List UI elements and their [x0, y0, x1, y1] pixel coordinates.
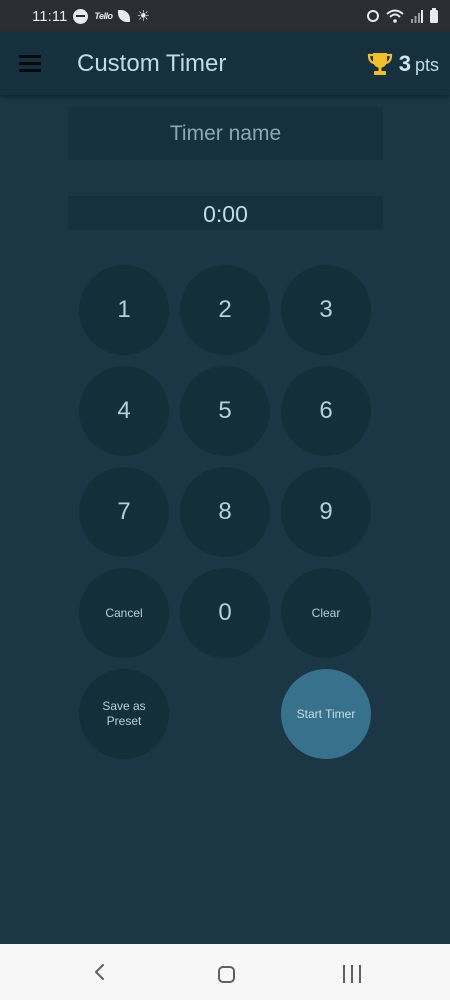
key-3-button[interactable]: 3: [281, 265, 371, 355]
recents-icon[interactable]: [343, 965, 361, 983]
time-display: 0:00: [68, 196, 383, 230]
status-left: 11:11 Tello ☀: [32, 8, 150, 25]
brightness-icon: ☀: [136, 7, 150, 25]
start-timer-button[interactable]: Start Timer: [281, 669, 371, 759]
points-value: 3: [398, 51, 411, 76]
wifi-icon: [386, 9, 404, 23]
page-title: Custom Timer: [77, 50, 227, 77]
key-7-button[interactable]: 7: [79, 467, 169, 557]
key-2-button[interactable]: 2: [180, 265, 270, 355]
hamburger-menu-icon[interactable]: [19, 55, 41, 72]
signal-icon: [411, 9, 423, 23]
tello-icon: Tello: [94, 11, 113, 21]
key-4-button[interactable]: 4: [79, 366, 169, 456]
save-as-preset-button[interactable]: Save as Preset: [79, 669, 169, 759]
key-1-button[interactable]: 1: [79, 265, 169, 355]
key-8-button[interactable]: 8: [180, 467, 270, 557]
system-nav-bar: [0, 944, 450, 1000]
clear-button[interactable]: Clear: [281, 568, 371, 658]
points-display[interactable]: 3 pts: [367, 51, 439, 77]
home-icon[interactable]: [218, 966, 235, 983]
key-0-button[interactable]: 0: [180, 568, 270, 658]
battery-icon: [430, 7, 438, 23]
status-time: 11:11: [32, 7, 68, 25]
trophy-icon: [367, 53, 392, 75]
timer-name-input[interactable]: [68, 107, 383, 160]
key-6-button[interactable]: 6: [281, 366, 371, 456]
status-right: [367, 7, 438, 23]
key-5-button[interactable]: 5: [180, 366, 270, 456]
status-bar: 11:11 Tello ☀: [0, 0, 450, 32]
points-unit: pts: [414, 55, 439, 75]
back-icon[interactable]: [92, 964, 108, 980]
alarm-icon: [367, 10, 379, 22]
key-9-button[interactable]: 9: [281, 467, 371, 557]
cancel-button[interactable]: Cancel: [79, 568, 169, 658]
do-not-disturb-icon: [73, 8, 89, 24]
leaf-icon: [118, 10, 131, 22]
app-bar: Custom Timer 3 pts: [0, 32, 450, 95]
